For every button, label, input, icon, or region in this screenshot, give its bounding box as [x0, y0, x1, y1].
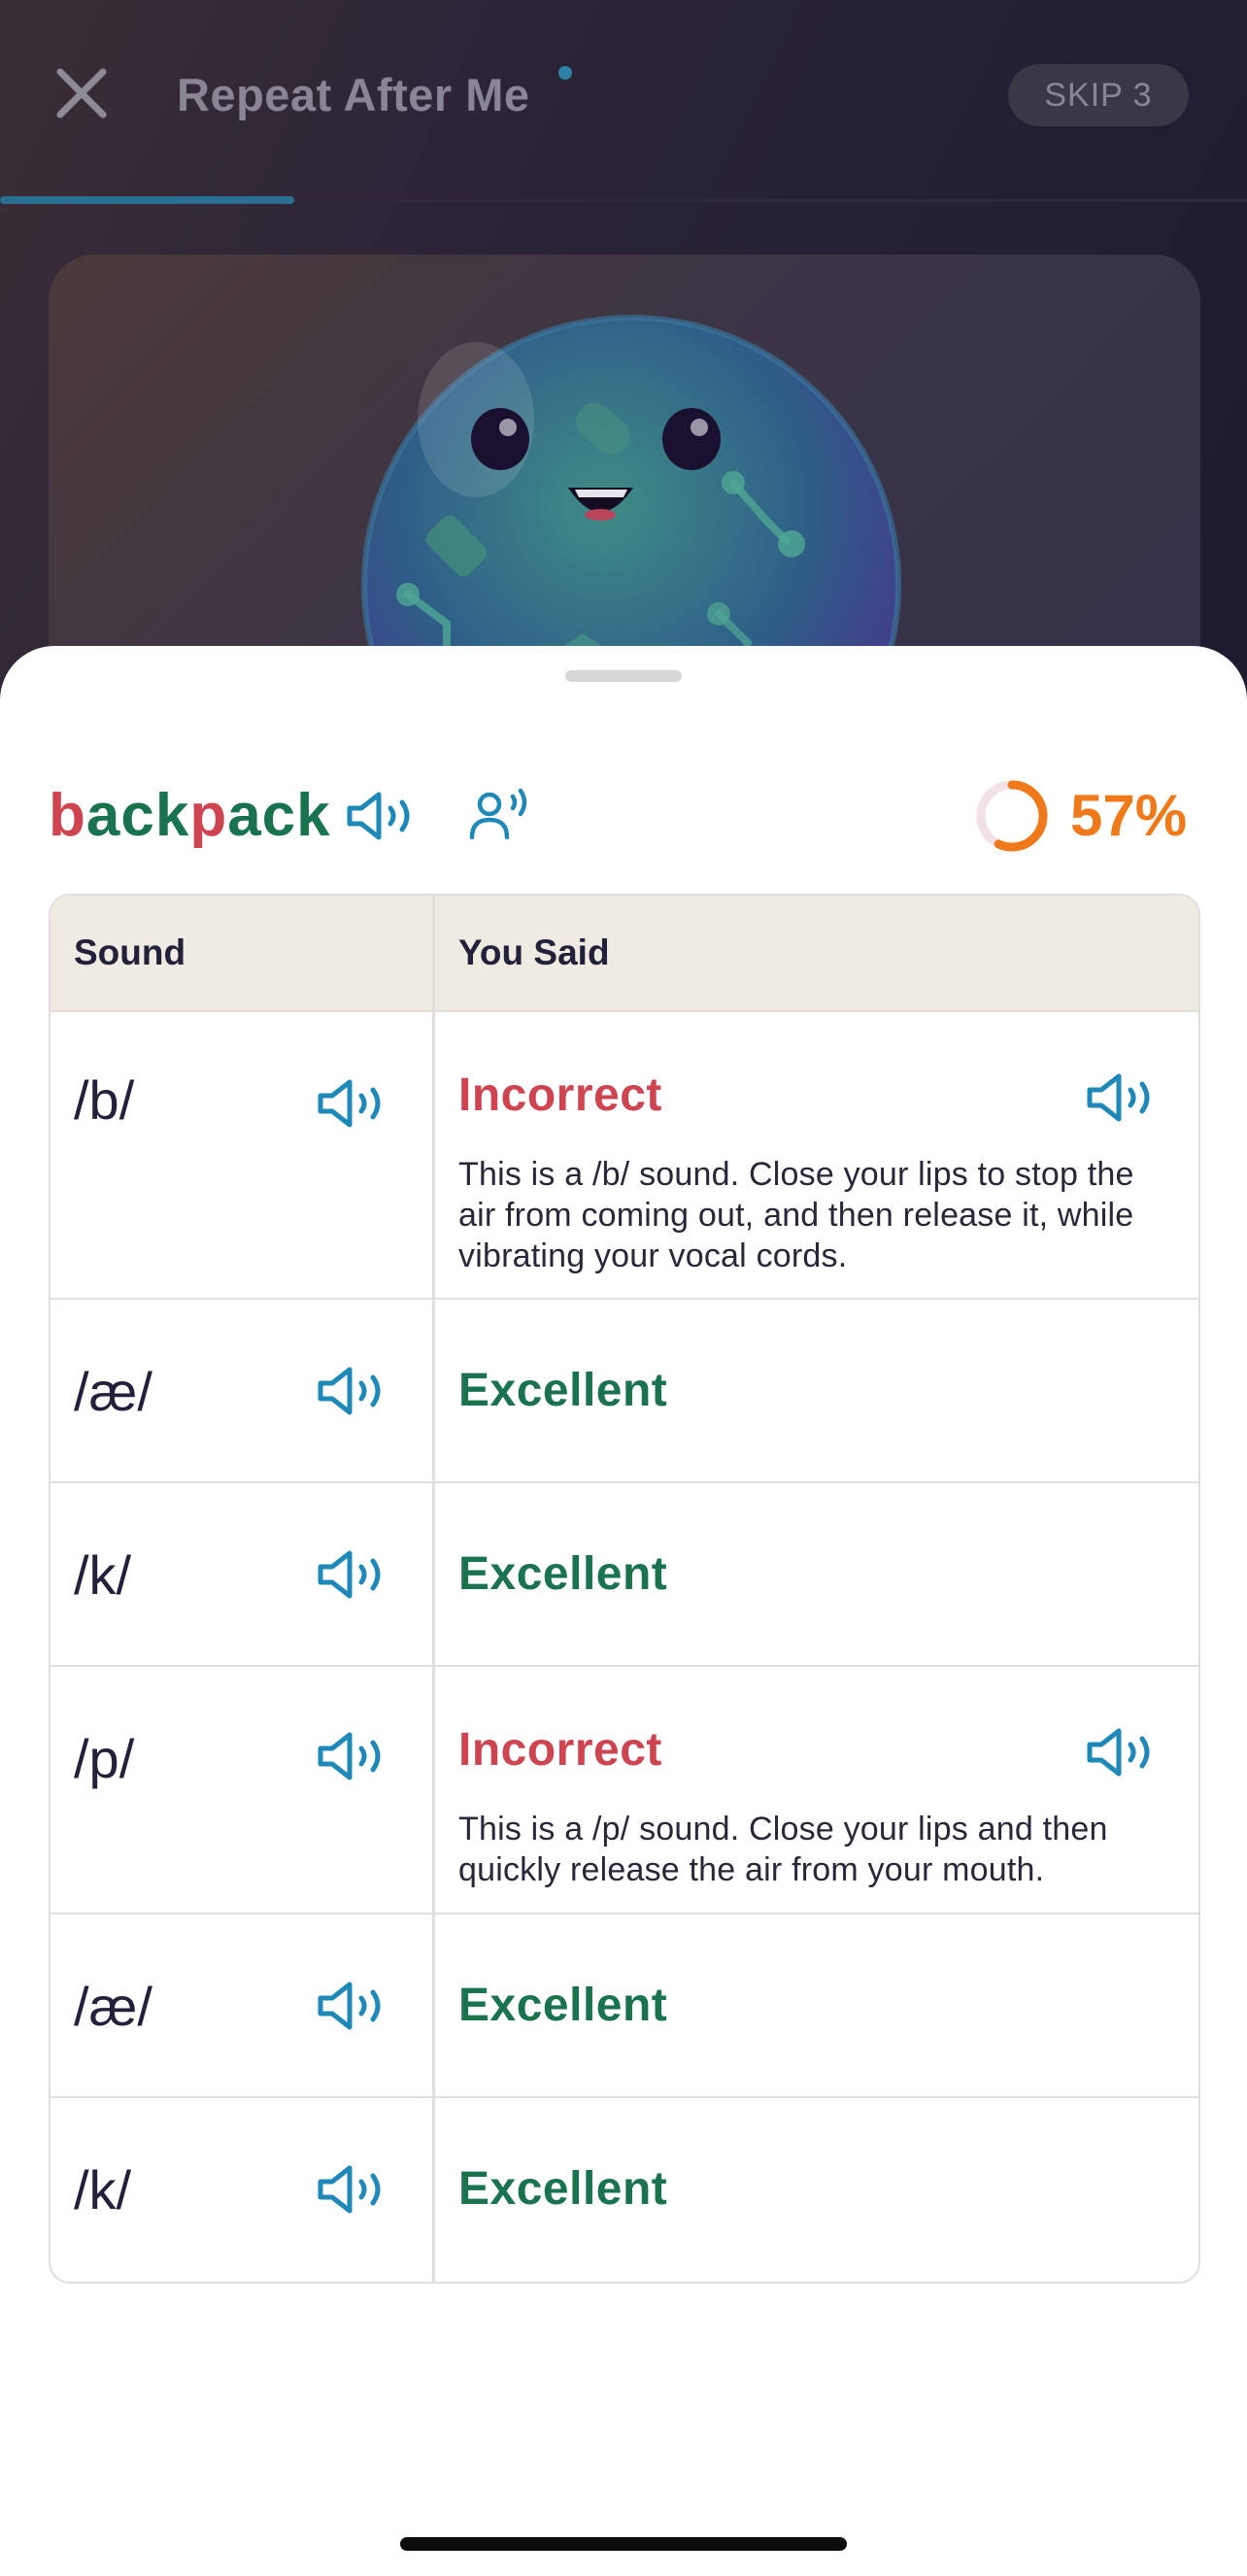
you-said-cell: Incorrect This is a /p/ sound. Close you… — [435, 1667, 1198, 1913]
close-icon[interactable] — [51, 62, 113, 124]
column-header-sound: Sound — [51, 896, 435, 1010]
phoneme-results-table: Sound You Said /b/ Incorrect This is a /… — [49, 894, 1200, 2284]
notification-dot — [558, 66, 572, 80]
play-sound-speaker-icon[interactable] — [315, 1076, 385, 1131]
play-my-recording-icon[interactable] — [468, 785, 530, 847]
play-your-sound-speaker-icon[interactable] — [1084, 1725, 1154, 1779]
you-said-cell: Incorrect This is a /b/ sound. Close you… — [435, 1012, 1198, 1298]
word-segment: ack — [85, 782, 190, 849]
play-sound-speaker-icon[interactable] — [315, 1979, 385, 2033]
word-segment: p — [189, 782, 228, 849]
skip-button[interactable]: SKIP 3 — [1008, 64, 1189, 126]
play-sound-speaker-icon[interactable] — [315, 2162, 385, 2217]
top-bar: Repeat After Me SKIP 3 — [0, 0, 1247, 194]
table-row: /k/ Excellent — [51, 1483, 1198, 1667]
sound-cell: /æ/ — [51, 1915, 435, 2096]
play-your-sound-speaker-icon[interactable] — [1084, 1070, 1154, 1125]
you-said-cell: Excellent — [435, 2098, 1198, 2282]
column-header-you-said: You Said — [458, 932, 610, 972]
play-word-speaker-icon[interactable] — [344, 787, 418, 845]
score-ring-icon — [976, 780, 1048, 852]
phoneme-label: /æ/ — [74, 1361, 152, 1422]
pronunciation-results-sheet: backpack 57% Sound You Said /b/ Incorrec… — [0, 646, 1247, 2576]
you-said-cell: Excellent — [435, 1915, 1198, 2096]
result-status: Incorrect — [458, 1069, 662, 1121]
table-header: Sound You Said — [51, 896, 1198, 1012]
result-status: Excellent — [458, 1548, 668, 1600]
table-row: /b/ Incorrect This is a /b/ sound. Close… — [51, 1012, 1198, 1300]
word-segment: ack — [227, 782, 331, 849]
table-row: /p/ Incorrect This is a /p/ sound. Close… — [51, 1667, 1198, 1915]
pronunciation-tip: This is a /b/ sound. Close your lips to … — [458, 1156, 1134, 1274]
lesson-progress-fill — [0, 196, 295, 204]
word-segment: b — [49, 782, 86, 849]
background-lesson-screen: Repeat After Me SKIP 3 — [0, 0, 1247, 798]
sheet-drag-handle[interactable] — [565, 670, 682, 682]
lesson-progress-bar — [0, 196, 1247, 204]
table-row: /æ/ Excellent — [51, 1300, 1198, 1483]
play-sound-speaker-icon[interactable] — [315, 1547, 385, 1602]
page-title: Repeat After Me — [177, 69, 530, 120]
word-header: backpack 57% — [49, 777, 1200, 855]
you-said-cell: Excellent — [435, 1300, 1198, 1481]
result-status: Excellent — [458, 1365, 668, 1416]
pronunciation-tip: This is a /p/ sound. Close your lips and… — [458, 1811, 1108, 1888]
phoneme-label: /k/ — [74, 1544, 132, 1606]
sound-cell: /k/ — [51, 1483, 435, 1665]
table-row: /k/ Excellent — [51, 2098, 1198, 2282]
result-status: Incorrect — [458, 1724, 662, 1776]
sound-cell: /b/ — [51, 1012, 435, 1298]
sound-cell: /æ/ — [51, 1300, 435, 1481]
home-indicator — [400, 2537, 847, 2551]
result-status: Excellent — [458, 1980, 668, 2031]
phoneme-label: /æ/ — [74, 1976, 152, 2037]
sound-cell: /p/ — [51, 1667, 435, 1913]
play-sound-speaker-icon[interactable] — [315, 1729, 385, 1783]
phoneme-label: /p/ — [74, 1728, 135, 1789]
phoneme-label: /b/ — [74, 1069, 135, 1131]
result-status: Excellent — [458, 2163, 668, 2215]
phoneme-label: /k/ — [74, 2159, 132, 2220]
table-row: /æ/ Excellent — [51, 1915, 1198, 2098]
you-said-cell: Excellent — [435, 1483, 1198, 1665]
target-word: backpack — [49, 777, 331, 855]
sound-cell: /k/ — [51, 2098, 435, 2282]
pronunciation-score: 57% — [1070, 783, 1188, 848]
play-sound-speaker-icon[interactable] — [315, 1364, 385, 1418]
